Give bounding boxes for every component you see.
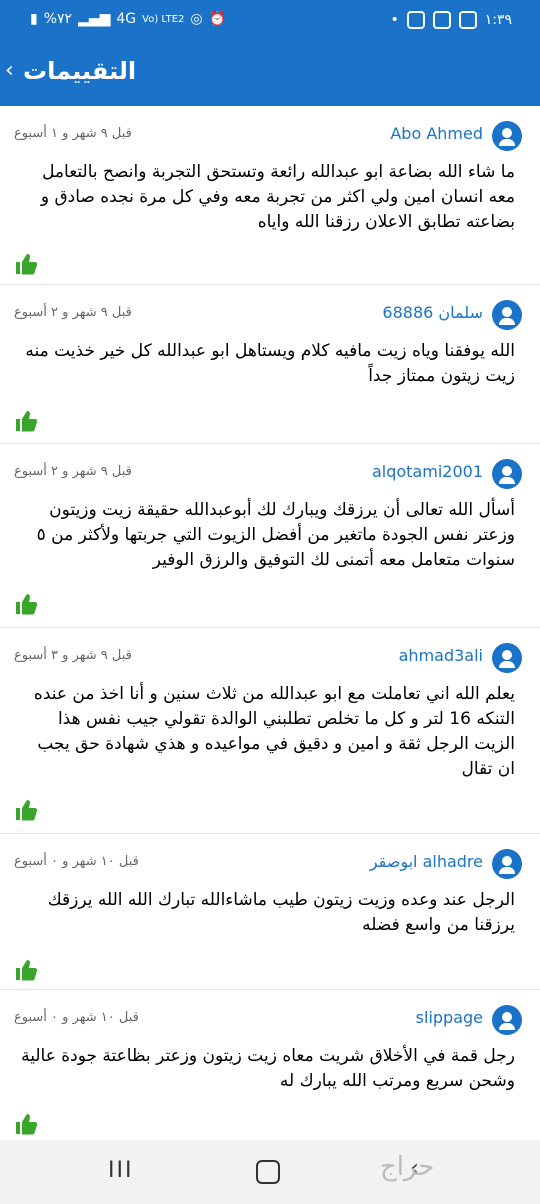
system-nav-bar: III ‹ <box>0 1140 540 1204</box>
avatar-icon <box>492 643 522 673</box>
review-card: Abo Ahmed قبل ٩ شهر و ١ أسبوع ما شاء الل… <box>0 106 540 285</box>
notification-dot-icon: • <box>390 12 399 28</box>
review-text: الرجل عند وعده وزيت زيتون طيب ماشاءالله … <box>47 890 515 935</box>
avatar-icon <box>492 300 522 330</box>
review-card: ابوصقر alhadre قبل ١٠ شهر و ٠ أسبوع الرج… <box>0 834 540 990</box>
review-text: يعلم الله اني تعاملت مع ابو عبدالله من ث… <box>33 684 515 779</box>
battery-level: %٧٢ <box>43 11 73 27</box>
avatar-icon <box>492 1005 522 1035</box>
review-card: سلمان 68886 قبل ٩ شهر و ٢ أسبوع الله يوف… <box>0 285 540 444</box>
volte-label: Vo) LTE2 <box>142 13 185 25</box>
gallery-icon <box>458 11 477 29</box>
clock: ١:٣٩ <box>484 12 512 28</box>
reviewer-name[interactable]: ابوصقر alhadre <box>370 852 483 871</box>
thumbs-up-icon[interactable] <box>14 1112 38 1136</box>
hotspot-icon: ◎ <box>190 11 203 27</box>
home-button[interactable] <box>256 1160 280 1184</box>
avatar-icon <box>492 459 522 489</box>
review-time: قبل ١٠ شهر و ٠ أسبوع <box>14 854 139 869</box>
review-text: رجل قمة في الأخلاق شريت معاه زيت زيتون و… <box>21 1046 515 1091</box>
signal-icon: ▂▄▆ <box>78 11 111 27</box>
review-time: قبل ٩ شهر و ١ أسبوع <box>14 126 132 141</box>
reviewer-name[interactable]: slippage <box>416 1008 483 1027</box>
review-time: قبل ١٠ شهر و ٠ أسبوع <box>14 1010 139 1025</box>
review-text: ما شاء الله بضاعة ابو عبدالله رائعة وتست… <box>40 162 515 232</box>
review-time: قبل ٩ شهر و ٢ أسبوع <box>14 305 132 320</box>
watermark-logo: حراج <box>380 1152 435 1182</box>
review-card: slippage قبل ١٠ شهر و ٠ أسبوع رجل قمة في… <box>0 990 540 1151</box>
review-text: الله يوفقنا وياه زيت مافيه كلام ويستاهل … <box>25 341 515 386</box>
app-bar: ‹ التقييمات <box>0 40 540 106</box>
back-chevron-icon[interactable]: ‹ <box>5 58 14 83</box>
thumbs-up-icon[interactable] <box>14 252 38 276</box>
recent-apps-button[interactable]: III <box>108 1158 133 1183</box>
review-time: قبل ٩ شهر و ٣ أسبوع <box>14 648 132 663</box>
thumbs-up-icon[interactable] <box>14 592 38 616</box>
reviewer-name[interactable]: سلمان 68886 <box>382 303 483 322</box>
thumbs-up-icon[interactable] <box>14 409 38 433</box>
battery-icon: ▮ <box>30 11 38 27</box>
avatar-icon <box>492 849 522 879</box>
review-card: ahmad3ali قبل ٩ شهر و ٣ أسبوع يعلم الله … <box>0 628 540 834</box>
status-bar: ▮ %٧٢ ▂▄▆ 4G Vo) LTE2 ◎ ⏰ • ١:٣٩ <box>0 0 540 40</box>
thumbs-up-icon[interactable] <box>14 958 38 982</box>
review-text: أسأل الله تعالى أن يرزقك ويبارك لك أبوعب… <box>36 500 515 570</box>
reviewer-name[interactable]: Abo Ahmed <box>390 124 483 143</box>
app-notification-icon <box>432 11 451 29</box>
reviewer-name[interactable]: ahmad3ali <box>399 646 483 665</box>
review-card: alqotami2001 قبل ٩ شهر و ٢ أسبوع أسأل ال… <box>0 444 540 628</box>
alarm-icon: ⏰ <box>208 11 227 27</box>
page-title: التقييمات <box>23 57 137 85</box>
thumbs-up-icon[interactable] <box>14 798 38 822</box>
app-notification-icon <box>406 11 425 29</box>
review-time: قبل ٩ شهر و ٢ أسبوع <box>14 464 132 479</box>
avatar-icon <box>492 121 522 151</box>
network-label: 4G <box>116 11 137 27</box>
reviewer-name[interactable]: alqotami2001 <box>372 462 483 481</box>
